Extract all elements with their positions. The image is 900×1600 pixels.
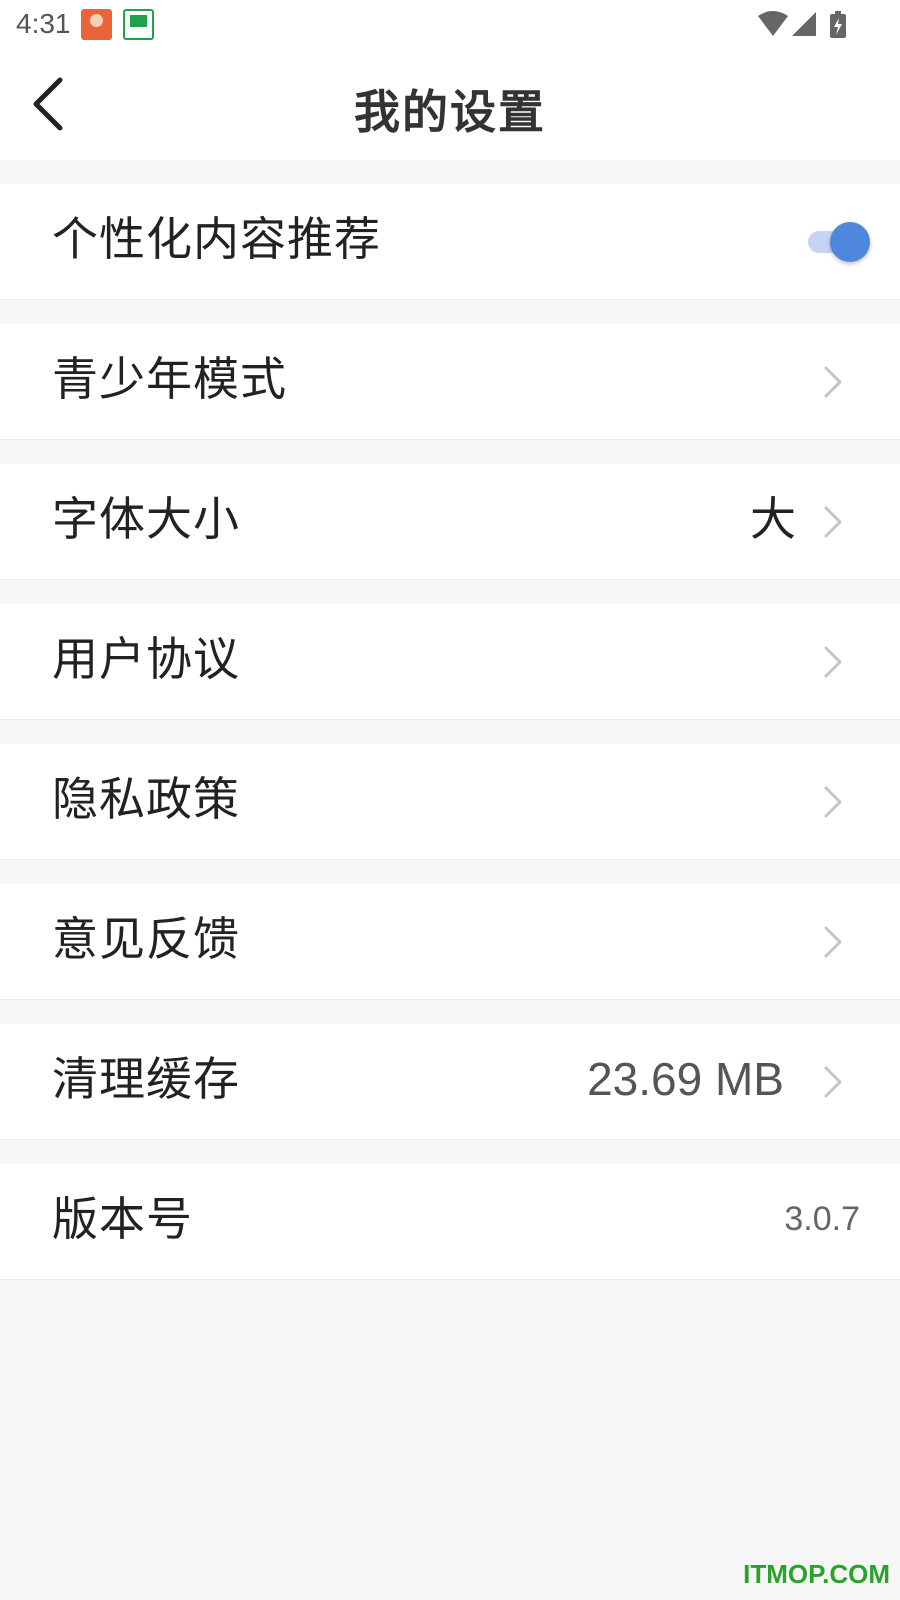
setting-label: 版本号 (52, 1192, 193, 1246)
chevron-right-icon (824, 646, 842, 678)
status-bar: 4:31 (0, 0, 900, 48)
game-app-icon (81, 9, 112, 40)
wifi-icon (758, 11, 788, 36)
drone-app-icon (123, 9, 154, 40)
chevron-right-icon (824, 366, 842, 398)
setting-feedback[interactable]: 意见反馈 (0, 884, 900, 1000)
setting-label: 意见反馈 (52, 912, 240, 966)
setting-font-size[interactable]: 字体大小 大 (0, 464, 900, 580)
setting-user-agreement[interactable]: 用户协议 (0, 604, 900, 720)
setting-personalized-recommendation: 个性化内容推荐 (0, 184, 900, 300)
status-icons (758, 11, 846, 38)
signal-icon (792, 12, 816, 36)
setting-version: 版本号 3.0.7 (0, 1164, 900, 1280)
chevron-right-icon (824, 1066, 842, 1098)
setting-label: 个性化内容推荐 (52, 212, 381, 266)
settings-list: 个性化内容推荐 青少年模式 字体大小 大 用户协议 隐私政策 意见反馈 清理缓存… (0, 184, 900, 1304)
setting-label: 清理缓存 (52, 1052, 240, 1106)
chevron-right-icon (824, 786, 842, 818)
setting-privacy-policy[interactable]: 隐私政策 (0, 744, 900, 860)
setting-label: 用户协议 (52, 632, 240, 686)
version-value: 3.0.7 (784, 1200, 860, 1238)
setting-clear-cache[interactable]: 清理缓存 23.69 MB (0, 1024, 900, 1140)
status-time: 4:31 (16, 8, 71, 39)
watermark: ITMOP.COM (743, 1559, 890, 1589)
personalized-toggle[interactable] (808, 218, 872, 266)
header: 我的设置 (0, 48, 900, 160)
setting-label: 隐私政策 (52, 772, 240, 826)
chevron-right-icon (824, 926, 842, 958)
setting-teen-mode[interactable]: 青少年模式 (0, 324, 900, 440)
battery-charging-icon (830, 11, 846, 38)
cache-size-value: 23.69 MB (587, 1053, 784, 1105)
setting-label: 青少年模式 (52, 352, 287, 406)
font-size-value: 大 (750, 492, 796, 546)
setting-label: 字体大小 (52, 492, 240, 546)
toggle-knob (830, 222, 870, 262)
chevron-right-icon (824, 506, 842, 538)
page-title: 我的设置 (354, 85, 546, 139)
